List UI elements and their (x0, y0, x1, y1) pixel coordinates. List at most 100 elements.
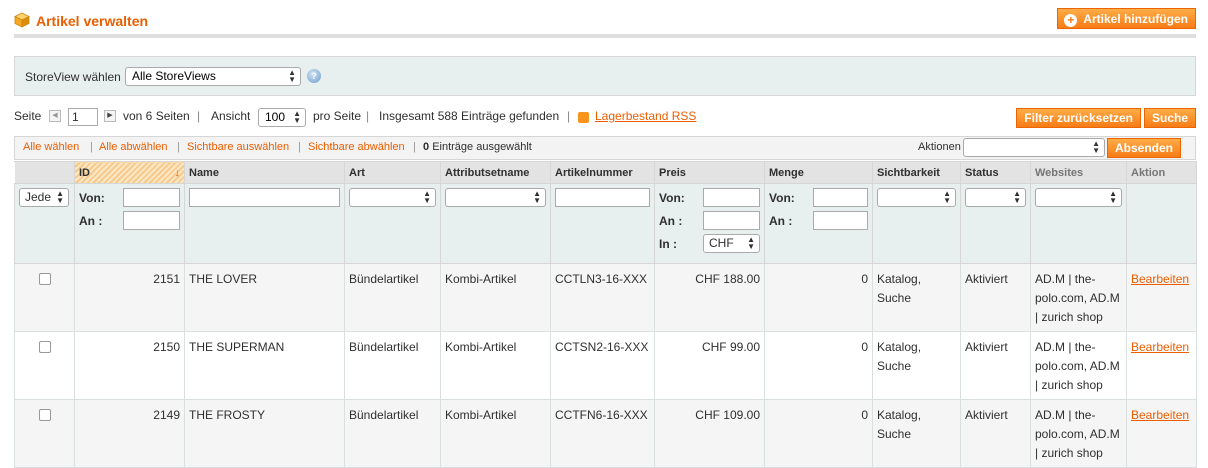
filter-qty-from[interactable] (813, 188, 868, 207)
filter-status-select[interactable]: ▲ ▼ (965, 188, 1026, 207)
select-all-link[interactable]: Alle wählen (23, 141, 79, 153)
header-name[interactable]: Name (184, 161, 345, 184)
filter-qty-to-label: An : (769, 213, 793, 228)
massaction-bar: Alle wählen | Alle abwählen | Sichtbare … (14, 136, 1196, 160)
next-page-icon[interactable]: ▶ (104, 110, 116, 122)
unselect-all-link[interactable]: Alle abwählen (99, 141, 168, 153)
cell-id: 2149 (74, 399, 185, 468)
cell-type: Bündelartikel (344, 263, 441, 332)
header-visibility[interactable]: Sichtbarkeit (872, 161, 961, 184)
header-price[interactable]: Preis (654, 161, 765, 184)
rss-icon (578, 112, 589, 123)
reset-filter-button[interactable]: Filter zurücksetzen (1016, 108, 1141, 128)
header-attribute-set[interactable]: Attributsetname (440, 161, 551, 184)
prev-page-icon[interactable]: ◀ (49, 110, 61, 122)
select-arrows-icon: ▲ ▼ (423, 189, 431, 205)
select-arrows-icon: ▲ ▼ (747, 235, 755, 251)
table-row[interactable]: 2151 THE LOVER Bündelartikel Kombi-Artik… (14, 263, 1197, 332)
submit-button[interactable]: Absenden (1106, 138, 1181, 158)
rss-link[interactable]: Lagerbestand RSS (595, 109, 696, 123)
cell-price: CHF 109.00 (654, 399, 765, 468)
cell-price: CHF 99.00 (654, 331, 765, 400)
cell-websites: AD.M | the-polo.com, AD.M | zurich shop (1030, 263, 1127, 332)
filter-websites-select[interactable]: ▲ ▼ (1035, 188, 1122, 207)
cell-name: THE LOVER (184, 263, 345, 332)
select-arrows-icon: ▲ ▼ (1092, 139, 1100, 155)
cell-status: Aktiviert (960, 263, 1031, 332)
page-title: Artikel verwalten (36, 13, 149, 29)
filter-price-cell: Von: An : In : CHF ▲ ▼ (654, 183, 765, 264)
row-checkbox[interactable] (39, 409, 51, 421)
cell-attribute-set: Kombi-Artikel (440, 399, 551, 468)
separator: | (298, 141, 301, 153)
box-icon (14, 12, 30, 28)
filter-attr-select[interactable]: ▲ ▼ (445, 188, 546, 207)
per-page-suffix: pro Seite (313, 109, 362, 123)
filter-type-cell: ▲ ▼ (344, 183, 441, 264)
cell-attribute-set: Kombi-Artikel (440, 263, 551, 332)
header-sku[interactable]: Artikelnummer (550, 161, 655, 184)
filter-action-cell (1126, 183, 1197, 264)
filter-qty-to[interactable] (813, 211, 868, 230)
cell-visibility: Katalog, Suche (872, 331, 961, 400)
cell-action: Bearbeiten (1126, 331, 1197, 400)
help-icon[interactable]: ? (307, 69, 321, 83)
filter-name-cell (184, 183, 345, 264)
edit-link[interactable]: Bearbeiten (1131, 340, 1189, 354)
add-product-label: Artikel hinzufügen (1083, 11, 1188, 26)
per-page-value: 100 (265, 110, 286, 124)
filter-qty-from-label: Von: (769, 190, 795, 205)
filter-price-to-label: An : (659, 213, 683, 228)
add-product-button[interactable]: + Artikel hinzufügen (1057, 8, 1196, 29)
filter-currency-select[interactable]: CHF ▲ ▼ (703, 234, 760, 253)
filter-price-to[interactable] (703, 211, 760, 230)
filter-visibility-select[interactable]: ▲ ▼ (877, 188, 956, 207)
filter-mass-select[interactable]: Jede ▲ ▼ (19, 188, 69, 207)
filter-type-select[interactable]: ▲ ▼ (349, 188, 436, 207)
table-row[interactable]: 2149 THE FROSTY Bündelartikel Kombi-Arti… (14, 399, 1197, 468)
row-checkbox[interactable] (39, 341, 51, 353)
filter-price-from[interactable] (703, 188, 760, 207)
header-status[interactable]: Status (960, 161, 1031, 184)
search-button[interactable]: Suche (1143, 108, 1196, 128)
filter-attr-cell: ▲ ▼ (440, 183, 551, 264)
filter-websites-cell: ▲ ▼ (1030, 183, 1127, 264)
cell-id: 2150 (74, 331, 185, 400)
cell-visibility: Katalog, Suche (872, 263, 961, 332)
select-visible-link[interactable]: Sichtbare auswählen (187, 141, 289, 153)
page-input[interactable]: 1 (68, 108, 98, 126)
cell-sku: CCTLN3-16-XXX (550, 263, 655, 332)
separator: | (567, 109, 571, 123)
unselect-visible-link[interactable]: Sichtbare abwählen (308, 141, 405, 153)
filter-sku-input[interactable] (555, 188, 650, 207)
store-view-select[interactable]: Alle StoreViews ▲ ▼ (125, 67, 301, 86)
cell-type: Bündelartikel (344, 331, 441, 400)
selected-count-number: 0 (423, 141, 430, 153)
edit-link[interactable]: Bearbeiten (1131, 408, 1189, 422)
select-arrows-icon: ▲ ▼ (1013, 189, 1021, 205)
header-type[interactable]: Art (344, 161, 441, 184)
per-page-select[interactable]: 100 ▲ ▼ (258, 108, 306, 127)
cell-attribute-set: Kombi-Artikel (440, 331, 551, 400)
row-checkbox[interactable] (39, 273, 51, 285)
products-grid: ID ↓ Name Art Attributsetname Artikelnumm… (14, 161, 1197, 468)
header-row: ID ↓ Name Art Attributsetname Artikelnumm… (14, 161, 1197, 184)
filter-id-to[interactable] (123, 211, 180, 230)
cell-name: THE FROSTY (184, 399, 345, 468)
header-id[interactable]: ID ↓ (74, 161, 185, 184)
cell-websites: AD.M | the-polo.com, AD.M | zurich shop (1030, 331, 1127, 400)
filter-name-input[interactable] (189, 188, 340, 207)
actions-select[interactable]: ▲ ▼ (963, 138, 1105, 157)
cell-qty: 0 (764, 331, 873, 400)
header-websites: Websites (1030, 161, 1127, 184)
filter-sku-cell (550, 183, 655, 264)
table-row[interactable]: 2150 THE SUPERMAN Bündelartikel Kombi-Ar… (14, 331, 1197, 400)
filter-row: Jede ▲ ▼ Von: An : ▲ ▼ ▲ ▼ Von: An : In : CHF… (14, 183, 1197, 264)
cell-qty: 0 (764, 399, 873, 468)
cell-name: THE SUPERMAN (184, 331, 345, 400)
select-arrows-icon: ▲ ▼ (56, 189, 64, 205)
edit-link[interactable]: Bearbeiten (1131, 272, 1189, 286)
header-qty[interactable]: Menge (764, 161, 873, 184)
filter-id-from[interactable] (123, 188, 180, 207)
select-arrows-icon: ▲ ▼ (943, 189, 951, 205)
